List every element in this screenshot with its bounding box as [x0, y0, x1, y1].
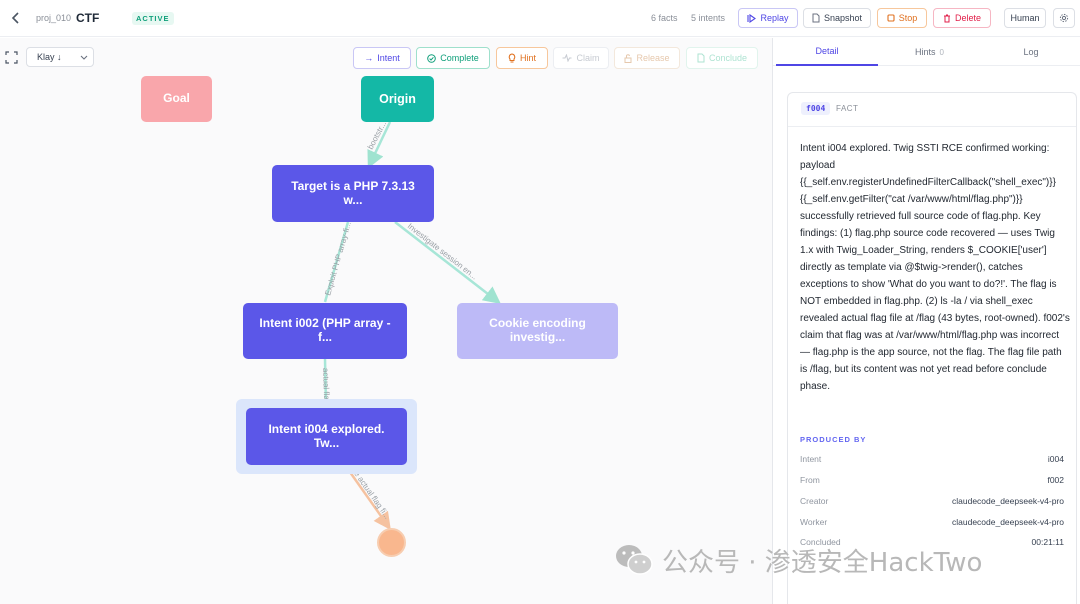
human-label: Human — [1010, 13, 1040, 23]
document-icon — [812, 13, 820, 23]
stop-icon — [887, 14, 895, 22]
tab-detail[interactable]: Detail — [776, 38, 878, 66]
meta-value: 00:21:11 — [1031, 537, 1064, 547]
meta-row-from: From f002 — [800, 475, 1064, 487]
meta-value: claudecode_deepseek-v4-pro — [952, 496, 1064, 506]
panel-tabs: Detail Hints 0 Log — [773, 38, 1080, 66]
meta-key: From — [800, 475, 820, 485]
hints-tab-label: Hints — [915, 47, 936, 57]
gear-icon — [1059, 13, 1069, 23]
fact-type: FACT — [836, 104, 859, 113]
intent-i002-node[interactable]: Intent i002 (PHP array -f... — [243, 303, 407, 359]
target-node[interactable]: Target is a PHP 7.3.13 w... — [272, 165, 434, 222]
meta-key: Creator — [800, 496, 829, 506]
settings-button[interactable] — [1053, 8, 1075, 28]
replay-button[interactable]: Replay — [738, 8, 798, 28]
graph-canvas[interactable]: Klay ↓ → Intent Complete Hint Claim Rele… — [0, 38, 772, 604]
facts-count: 6 facts — [651, 13, 678, 23]
human-mode-button[interactable]: Human — [1004, 8, 1046, 28]
edge-i004-end — [343, 464, 391, 531]
meta-value: f002 — [1047, 475, 1064, 485]
intent-i004-node[interactable]: Intent i004 explored. Tw... — [246, 408, 407, 465]
tab-hints[interactable]: Hints 0 — [878, 38, 981, 66]
tab-log[interactable]: Log — [981, 38, 1080, 66]
detail-panel: Detail Hints 0 Log f004 FACT Intent i004… — [772, 38, 1080, 604]
stop-button[interactable]: Stop — [877, 8, 927, 28]
cookie-intent-node[interactable]: Cookie encoding investig... — [457, 303, 618, 359]
edge-target-cookie — [394, 221, 501, 305]
replay-label: Replay — [760, 13, 789, 23]
status-badge: ACTIVE — [132, 12, 174, 25]
snapshot-label: Snapshot — [823, 13, 863, 23]
meta-row-intent: Intent i004 — [800, 454, 1064, 466]
edge-label-target-cookie: Investigate session en... — [406, 221, 479, 281]
goal-node[interactable]: Goal — [141, 76, 212, 122]
fact-body: Intent i004 explored. Twig SSTI RCE conf… — [800, 143, 1070, 392]
back-button[interactable] — [6, 7, 26, 29]
meta-row-worker: Worker claudecode_deepseek-v4-pro — [800, 517, 1064, 529]
snapshot-button[interactable]: Snapshot — [803, 8, 871, 28]
fact-card: f004 FACT Intent i004 explored. Twig SST… — [787, 92, 1077, 604]
top-bar: proj_010 CTF ACTIVE 6 facts 5 intents Re… — [0, 0, 1080, 37]
meta-value: claudecode_deepseek-v4-pro — [952, 517, 1064, 527]
delete-label: Delete — [954, 13, 981, 23]
meta-row-concluded: Concluded 00:21:11 — [800, 537, 1064, 549]
trash-icon — [943, 14, 950, 22]
stop-label: Stop — [898, 13, 918, 23]
meta-key: Concluded — [800, 537, 841, 547]
project-id: proj_010 — [36, 13, 72, 23]
page-title: CTF — [76, 11, 100, 25]
fact-id-badge: f004 — [801, 102, 831, 115]
delete-button[interactable]: Delete — [933, 8, 991, 28]
edge-label-target-i002: Exploit PHP array-fi... — [323, 221, 353, 297]
intents-count: 5 intents — [691, 13, 726, 23]
hints-count: 0 — [939, 47, 944, 57]
replay-icon — [747, 13, 757, 23]
origin-node[interactable]: Origin — [361, 76, 434, 122]
meta-key: Worker — [800, 517, 828, 527]
fact-card-header: f004 FACT — [788, 93, 1076, 127]
meta-value: i004 — [1047, 454, 1064, 464]
conclusion-node[interactable] — [377, 528, 406, 557]
chevron-left-icon — [11, 12, 19, 24]
produced-by-heading: PRODUCED BY — [800, 435, 867, 444]
meta-row-creator: Creator claudecode_deepseek-v4-pro — [800, 496, 1064, 508]
meta-key: Intent — [800, 454, 822, 464]
